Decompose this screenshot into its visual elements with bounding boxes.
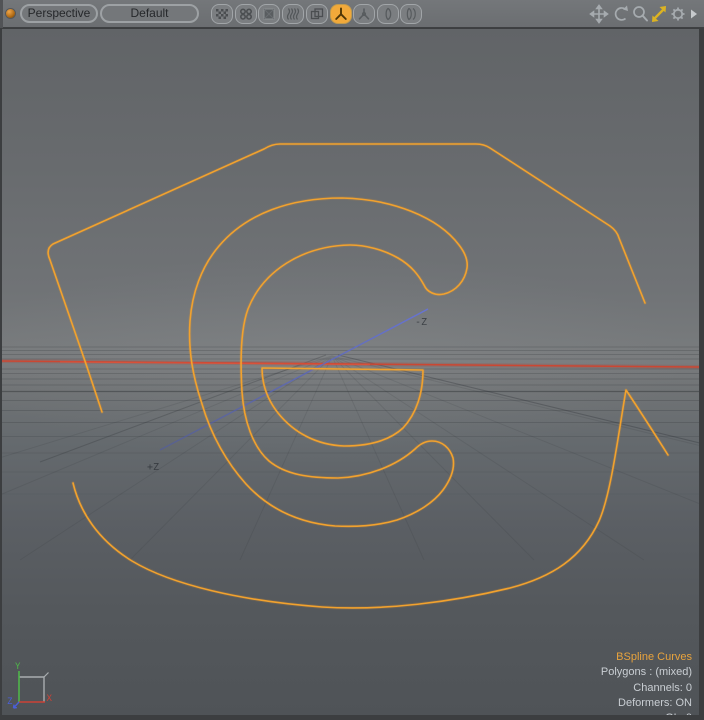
neg-z-label: -Z [415,317,427,328]
ghost-3d-view-icon[interactable] [353,4,375,24]
gizmo-y-label: Y [15,662,21,672]
settings-gear-icon[interactable] [672,8,685,21]
quad-dots-glyph [238,7,254,21]
rotate-icon[interactable] [616,6,628,20]
default-3d-view-icon[interactable] [330,4,352,24]
pan-icon[interactable] [591,6,608,23]
curve-single-glyph [380,7,396,21]
curve-double-icon[interactable] [400,4,422,24]
axis-tripod-dim-glyph [356,7,372,21]
pos-z-label: +Z [147,462,159,473]
info-channels: Channels: 0 [601,681,692,696]
curve-double-glyph [403,7,419,21]
curve-single-icon[interactable] [377,4,399,24]
wave-lines-glyph [285,7,301,21]
solid-shade-icon[interactable] [258,4,280,24]
viewport-state-dot[interactable] [6,9,15,18]
x-axis-line [2,361,699,367]
solid-shade-glyph [261,7,277,21]
selection-info-readout: BSpline Curves Polygons : (mixed) Channe… [601,650,692,715]
more-arrow-icon[interactable] [691,10,697,19]
checker-glyph [214,7,230,21]
orientation-gizmo: Y X Z [0,655,62,715]
gizmo-z-label: Z [7,697,13,707]
maximize-icon[interactable] [652,6,666,22]
axis-tripod-glyph [333,7,349,21]
info-polygons: Polygons : (mixed) [601,665,692,680]
checker-pattern-icon[interactable] [211,4,233,24]
view-mode-button[interactable]: Perspective [20,4,98,23]
wave-lines-icon[interactable] [282,4,304,24]
modo-window: Perspective Default [0,0,704,720]
perspective-viewport[interactable]: -Z +Z BSpline Curves Polygons : (mixed) … [2,29,699,715]
shading-preset-button[interactable]: Default [100,4,199,23]
gizmo-x-label: X [47,694,53,704]
info-gl: GL: 0 [601,711,692,715]
gizmo-z-axis [14,702,20,708]
scene-canvas [2,29,699,715]
outline-squares-icon[interactable] [306,4,328,24]
outline-squares-glyph [309,7,325,21]
viewport-toolbar: Perspective Default [0,0,704,28]
logo-outline-top-curve [48,144,645,412]
bspline-curves[interactable] [48,144,668,608]
nav-icon-strip [584,0,700,28]
info-deformers: Deformers: ON [601,696,692,711]
quad-dots-icon[interactable] [235,4,257,24]
info-item-type: BSpline Curves [601,650,692,665]
zoom-icon[interactable] [634,7,647,21]
